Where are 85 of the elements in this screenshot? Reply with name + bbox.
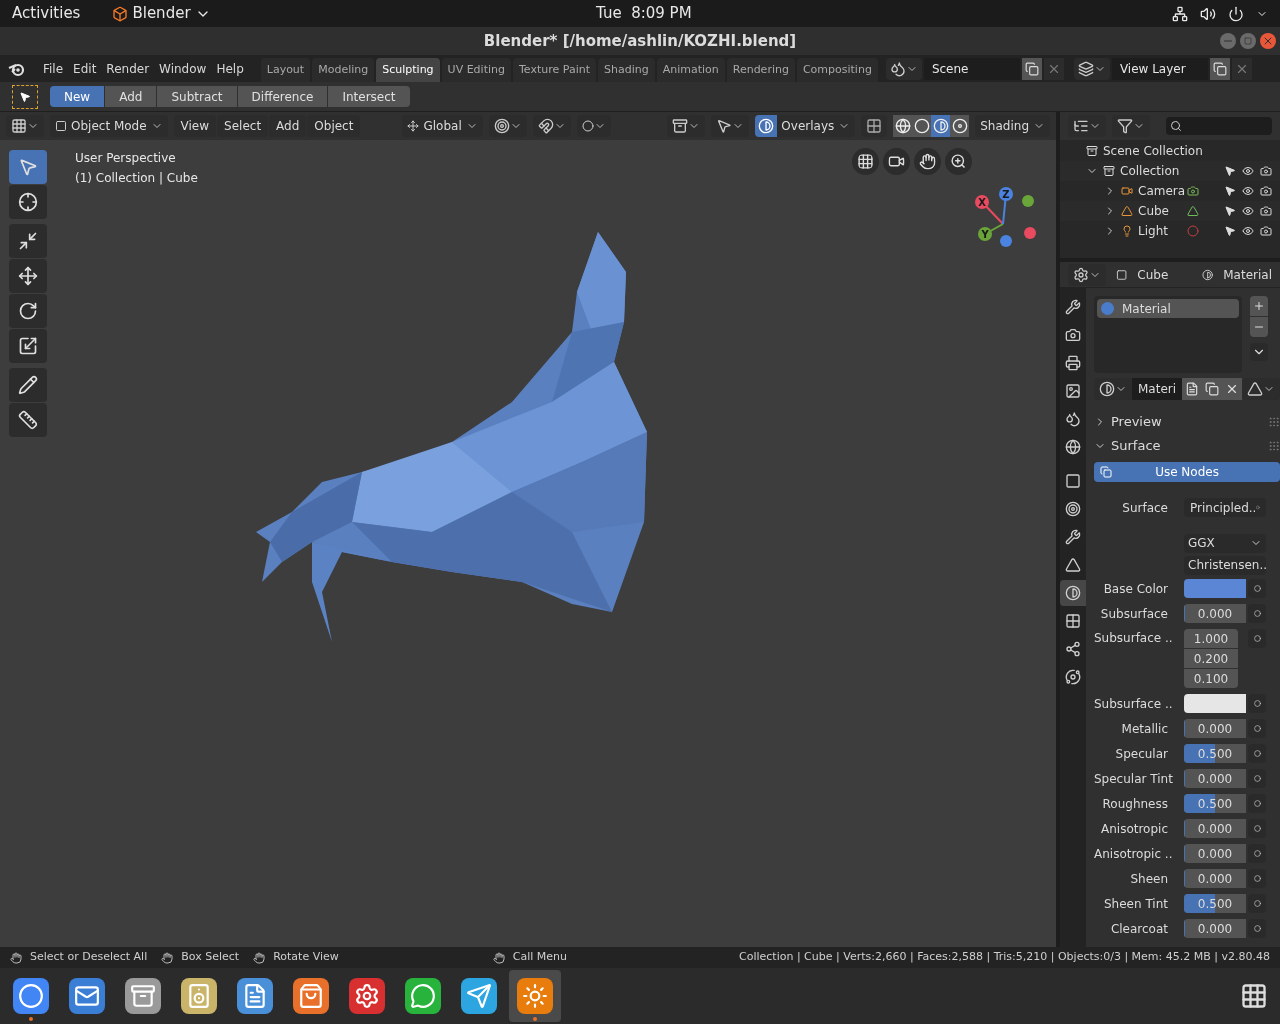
field-label: Specular Tint xyxy=(1094,770,1174,788)
field-label: Surface xyxy=(1121,499,1169,517)
menu-item[interactable]: Help xyxy=(211,59,249,78)
orientation-dropdown[interactable]: Global xyxy=(402,115,483,137)
slider[interactable]: 0.000 xyxy=(1184,604,1246,623)
slider[interactable]: 0.500 xyxy=(1184,794,1246,813)
workspace-tab[interactable]: Modeling xyxy=(312,58,375,82)
material-slot-name: Material xyxy=(1122,300,1171,318)
field-label: Sheen xyxy=(1129,870,1169,888)
menu-item[interactable]: Render xyxy=(101,59,155,78)
mode-button[interactable]: Difference xyxy=(237,86,328,107)
field-label: Subsurface xyxy=(1099,605,1169,623)
overlays-label: Overlays xyxy=(781,118,835,135)
status-stats: Collection | Cube | Verts:2,660 | Faces:2,588 | Tris:5,210 | Objects:0/3 | Mem: 45.2 MB | v2.80.48 xyxy=(739,949,1270,966)
breadcrumb-item[interactable]: Material xyxy=(1223,265,1272,284)
outliner-item[interactable]: Scene Collection xyxy=(1103,142,1203,160)
dropdown[interactable]: Christensen.. xyxy=(1184,555,1266,575)
workspace-tab[interactable]: Rendering xyxy=(726,58,795,82)
activities-button[interactable]: Activities xyxy=(12,2,81,25)
app-menu[interactable]: Blender xyxy=(112,2,211,25)
clock[interactable]: Tue 8:09 PM xyxy=(596,2,692,25)
menu-item[interactable]: Select xyxy=(217,115,269,137)
overlays-button[interactable]: Overlays xyxy=(755,115,856,137)
field-label: Anisotropic .. xyxy=(1094,845,1174,863)
outliner-item[interactable]: Camera xyxy=(1138,182,1182,200)
field-label: Metallic xyxy=(1120,720,1169,738)
status-hint: Box Select xyxy=(181,949,240,966)
shader-dropdown[interactable]: Principled.. xyxy=(1184,498,1266,517)
field-label: Anisotropic xyxy=(1100,820,1169,838)
outliner-item[interactable]: Cube xyxy=(1138,202,1182,220)
number-field[interactable]: 0.100 xyxy=(1184,669,1238,688)
material-name-field[interactable]: Materi xyxy=(1132,378,1183,400)
mode-button[interactable]: Subtract xyxy=(157,86,237,107)
workspace-tab[interactable]: Texture Paint xyxy=(513,58,596,82)
menu-item[interactable]: File xyxy=(38,59,69,78)
slider[interactable]: 0.000 xyxy=(1184,919,1246,938)
slider[interactable]: 0.000 xyxy=(1184,719,1246,738)
field-label: Roughness xyxy=(1101,795,1169,813)
outliner-item[interactable]: Light xyxy=(1138,222,1182,240)
workspace-tab[interactable]: Shading xyxy=(597,58,655,82)
field-label: Subsurface .. xyxy=(1094,695,1174,713)
view-layer-field[interactable]: View Layer xyxy=(1111,57,1208,80)
status-hint: Rotate View xyxy=(273,949,339,966)
slider[interactable]: 0.000 xyxy=(1184,819,1246,838)
dropdown[interactable]: GGX xyxy=(1184,533,1266,553)
number-field[interactable]: 0.200 xyxy=(1184,649,1238,668)
window-title: Blender* [/home/ashlin/KOZHI.blend] xyxy=(483,30,797,52)
panel-header[interactable]: Preview xyxy=(1111,412,1162,432)
menu-item[interactable]: Object xyxy=(307,115,361,137)
field-label: Subsurface .. xyxy=(1094,630,1174,647)
field-label: Clearcoat xyxy=(1109,920,1169,938)
field-label: Specular xyxy=(1114,745,1169,763)
material-slot[interactable]: Material xyxy=(1097,299,1239,318)
workspace-tab[interactable]: UV Editing xyxy=(441,58,511,82)
field-label: Base Color xyxy=(1102,580,1169,598)
field-label: Sheen Tint xyxy=(1103,895,1169,913)
menu-item[interactable]: Edit xyxy=(68,59,102,78)
number-field[interactable]: 1.000 xyxy=(1184,629,1238,648)
use-nodes-button[interactable]: Use Nodes xyxy=(1094,462,1280,482)
menu-item[interactable]: Window xyxy=(154,59,212,78)
slider[interactable]: 0.500 xyxy=(1184,894,1246,913)
viewport-info: User Perspective xyxy=(75,150,177,167)
menu-item[interactable]: Add xyxy=(269,115,307,137)
workspace-tab[interactable]: Sculpting xyxy=(376,58,440,82)
outliner-item[interactable]: Collection xyxy=(1120,162,1180,180)
mode-button[interactable]: Intersect xyxy=(328,86,410,107)
slider[interactable]: 0.000 xyxy=(1184,869,1246,888)
panel-header[interactable]: Surface xyxy=(1111,436,1161,456)
mode-button[interactable]: Add xyxy=(105,86,157,107)
workspace-tab[interactable]: Compositing xyxy=(796,58,878,82)
slider[interactable]: 0.000 xyxy=(1184,769,1246,788)
mode-dropdown[interactable]: Object Mode xyxy=(50,115,168,137)
status-hint: Call Menu xyxy=(512,949,567,966)
status-hint: Select or Deselect All xyxy=(30,949,148,966)
shading-dropdown[interactable]: Shading xyxy=(975,115,1050,137)
workspace-tab[interactable]: Animation xyxy=(656,58,725,82)
menu-item[interactable]: View xyxy=(173,115,217,137)
slider[interactable]: 0.000 xyxy=(1184,844,1246,863)
workspace-tab[interactable]: Layout xyxy=(260,58,311,82)
breadcrumb-item[interactable]: Cube xyxy=(1137,265,1192,284)
viewport-info: (1) Collection | Cube xyxy=(75,170,198,187)
slider[interactable]: 0.500 xyxy=(1184,744,1246,763)
mode-button[interactable]: New xyxy=(50,86,105,107)
axis-gizmo[interactable]: X Y Z xyxy=(970,184,1042,256)
scene-field[interactable]: Scene xyxy=(923,57,1020,80)
